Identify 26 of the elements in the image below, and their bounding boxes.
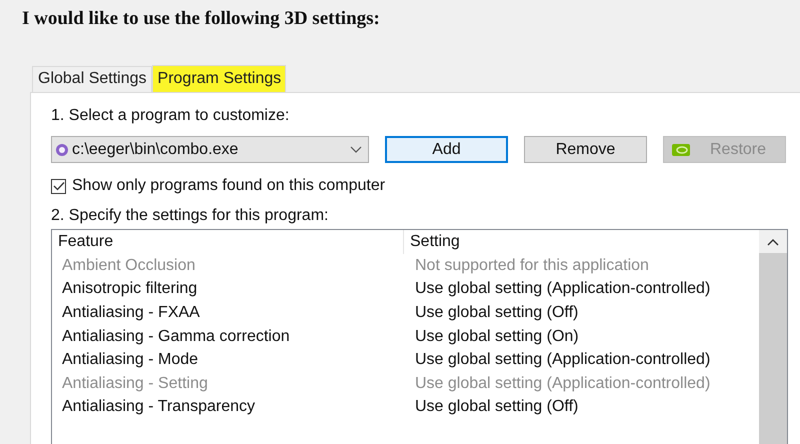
checkmark-icon bbox=[52, 181, 64, 191]
action-button[interactable]: Add bbox=[385, 136, 508, 163]
step-label: 1. Select a program to customize: bbox=[51, 107, 290, 126]
setting-cell[interactable]: Use global setting (Application-controlled) bbox=[404, 280, 710, 298]
feature-cell[interactable]: Antialiasing - Transparency bbox=[52, 398, 404, 416]
feature-cell[interactable]: Antialiasing - FXAA bbox=[52, 304, 404, 322]
chevron-down-icon bbox=[350, 146, 362, 153]
setting-cell[interactable]: Use global setting (Off) bbox=[404, 398, 578, 416]
chevron-up-icon[interactable] bbox=[767, 239, 779, 246]
setting-cell[interactable]: Use global setting (Off) bbox=[404, 304, 578, 322]
feature-cell[interactable]: Anisotropic filtering bbox=[52, 280, 404, 298]
feature-cell[interactable]: Antialiasing - Mode bbox=[52, 351, 404, 370]
setting-cell[interactable]: Use global setting (Application-controlled) bbox=[404, 351, 710, 370]
feature-cell[interactable]: Antialiasing - Gamma correction bbox=[52, 328, 404, 346]
section-heading: I would like to use the following 3D settings: bbox=[21, 7, 380, 31]
tab[interactable]: Program Settings bbox=[152, 65, 286, 92]
show-only-checkbox[interactable]: Show only programs found on this computer bbox=[51, 175, 386, 197]
column-header[interactable]: Setting bbox=[404, 230, 460, 254]
setting-cell[interactable]: Use global setting (On) bbox=[404, 328, 579, 346]
step-label: 2. Specify the settings for this program: bbox=[51, 207, 328, 226]
column-header[interactable]: Feature bbox=[52, 230, 404, 254]
program-icon bbox=[55, 142, 69, 156]
tab[interactable]: Global Settings bbox=[32, 66, 152, 92]
program-dropdown[interactable]: c:\eeger\bin\combo.exe bbox=[51, 136, 369, 163]
action-button[interactable]: Remove bbox=[524, 136, 647, 163]
scrollbar[interactable] bbox=[759, 230, 787, 444]
